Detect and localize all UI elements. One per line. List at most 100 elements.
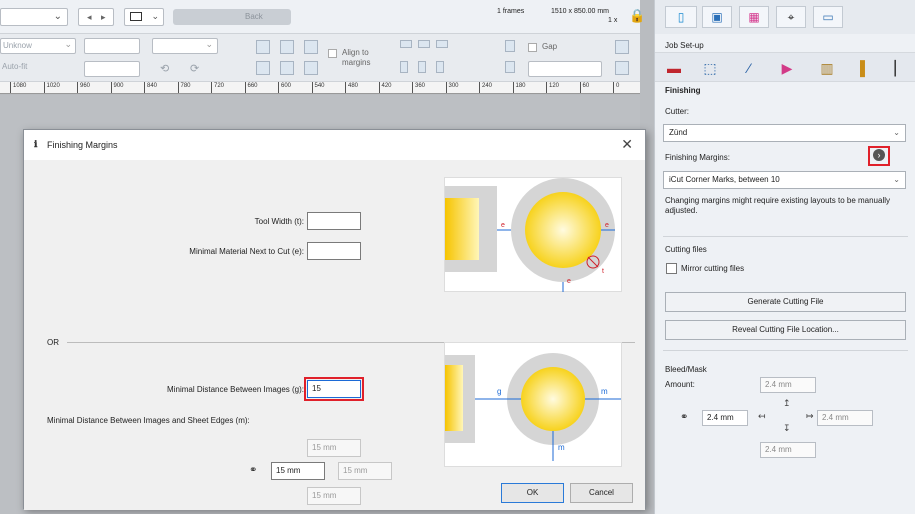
lock-icon[interactable]: 🔒 — [629, 8, 645, 24]
distribute-icon-6[interactable] — [436, 61, 444, 73]
more-icon[interactable]: ▏ — [891, 59, 909, 77]
distribute-icon-4[interactable] — [400, 61, 408, 73]
ruler-tick — [378, 82, 380, 93]
chevron-down-icon: ⌄ — [64, 39, 72, 49]
tab-images[interactable]: ▣ — [702, 6, 732, 28]
color-flag-icon[interactable]: ▶ — [778, 59, 796, 77]
align-center-icon[interactable] — [280, 40, 294, 54]
align-label-line2: margins — [342, 58, 371, 67]
ruler-tick — [311, 82, 313, 93]
sheet-top-field[interactable]: 15 mm — [307, 439, 361, 457]
fit-field[interactable] — [84, 61, 140, 77]
cut-margin-illustration: e e e t — [444, 177, 622, 292]
link-icon[interactable]: ⚭ — [680, 412, 688, 423]
dialog-title: Finishing Margins — [47, 140, 118, 150]
cutter-select[interactable]: Zünd ⌄ — [663, 124, 906, 142]
cancel-button[interactable]: Cancel — [570, 483, 633, 503]
align-right-icon[interactable] — [304, 40, 318, 54]
distribute-icon-3[interactable] — [436, 40, 448, 48]
screen-icon — [130, 12, 142, 21]
min-material-field[interactable] — [307, 242, 361, 260]
align-left-icon[interactable] — [256, 40, 270, 54]
distribute-icon-5[interactable] — [418, 61, 426, 73]
sheet-bottom-field[interactable]: 15 mm — [307, 487, 361, 505]
separator — [663, 236, 908, 237]
illus-label-t: t — [602, 268, 604, 275]
link-icon[interactable]: ⚭ — [249, 465, 257, 476]
ruler-label: 180 — [515, 83, 526, 89]
reveal-cutting-file-button[interactable]: Reveal Cutting File Location... — [665, 320, 906, 340]
scale-label: 1 x — [608, 17, 618, 24]
distribute-icon-2[interactable] — [418, 40, 430, 48]
margins-settings-button[interactable]: › — [868, 146, 890, 166]
bleed-bottom-field[interactable]: 2.4 mm — [760, 442, 816, 458]
margins-select[interactable]: iCut Corner Marks, between 10 ⌄ — [663, 171, 906, 189]
spacing-icon-2[interactable] — [505, 61, 515, 73]
align-middle-icon[interactable] — [280, 61, 294, 75]
knife-icon[interactable]: ⁄ — [740, 59, 758, 77]
view-mode-dropdown[interactable]: ⌄ — [124, 8, 164, 26]
ok-button[interactable]: OK — [501, 483, 564, 503]
top-toolbar: ⌄ ◂ ▸ ⌄ Back 1 frames 1510 x 850.00 mm 1 … — [0, 0, 645, 34]
ruler-label: 60 — [582, 83, 590, 89]
sheet-right-field[interactable]: 15 mm — [338, 462, 392, 480]
tab-preview[interactable]: ▭ — [813, 6, 843, 28]
tab-marks[interactable]: ⌖ — [776, 6, 806, 28]
spacing-icon[interactable] — [505, 40, 515, 52]
align-to-margins-checkbox[interactable] — [328, 49, 337, 58]
layout-icon[interactable]: ⬚ — [701, 59, 719, 77]
settings-circle-icon: › — [873, 149, 885, 161]
ruler-tick — [278, 82, 279, 93]
separator — [663, 350, 908, 351]
zoom-dropdown[interactable]: ⌄ — [0, 8, 68, 26]
arrow-up-icon: ↥ — [783, 398, 791, 408]
ruler-tick — [177, 82, 179, 93]
back-button[interactable]: Back — [173, 9, 291, 25]
sheet-left-field[interactable]: 15 mm — [271, 462, 325, 480]
min-distance-field[interactable]: 15 — [304, 377, 364, 401]
generate-cutting-file-button[interactable]: Generate Cutting File — [665, 292, 906, 312]
job-setup-heading: Job Set-up — [665, 41, 704, 50]
ruler-label: 840 — [147, 83, 158, 89]
size-mode-dropdown[interactable]: Unknow ⌄ — [0, 38, 76, 54]
tool-width-field[interactable] — [307, 212, 361, 230]
size-field[interactable] — [84, 38, 140, 54]
gap-field[interactable] — [528, 61, 602, 77]
ruler-tick — [244, 82, 246, 93]
illus-label-g: g — [497, 387, 502, 396]
ruler-label: 1080 — [13, 83, 27, 89]
book-icon[interactable]: ▥ — [818, 59, 836, 77]
palette-icon: ▦ — [748, 10, 760, 24]
nav-arrows[interactable]: ◂ ▸ — [78, 8, 114, 26]
tab-job-setup[interactable]: ▯ — [665, 6, 697, 28]
grid-icon-2[interactable] — [615, 61, 629, 75]
bleed-top-field[interactable]: 2.4 mm — [760, 377, 816, 393]
chevron-down-icon: ⌄ — [893, 175, 900, 184]
chevron-down-icon: ⌄ — [151, 11, 159, 21]
bleed-left-field[interactable]: 2.4 mm — [702, 410, 748, 426]
distribute-icon-1[interactable] — [400, 40, 412, 48]
ruler-label: 780 — [180, 83, 191, 89]
page-icon[interactable]: ▌ — [856, 59, 874, 77]
flip-icon[interactable]: ⟳ — [190, 62, 199, 75]
illus-label-m2: m — [558, 443, 565, 452]
printer-icon[interactable]: ▬ — [665, 59, 683, 77]
rotate-icon[interactable]: ⟲ — [160, 62, 169, 75]
chevron-down-icon: ⌄ — [53, 11, 62, 22]
arrow-right-icon: ↦ — [806, 411, 814, 421]
bleed-right-field[interactable]: 2.4 mm — [817, 410, 873, 426]
align-top-icon[interactable] — [256, 61, 270, 75]
close-icon[interactable]: ✕ — [621, 136, 633, 153]
grid-icon[interactable] — [615, 40, 629, 54]
ruler-label: 240 — [482, 83, 493, 89]
gap-label: Gap — [542, 42, 558, 51]
mirror-checkbox[interactable] — [666, 263, 677, 274]
rotation-dropdown[interactable]: ⌄ — [152, 38, 218, 54]
arrow-left-icon: ↤ — [758, 411, 766, 421]
gap-checkbox[interactable] — [528, 43, 537, 52]
tab-colors[interactable]: ▦ — [739, 6, 769, 28]
ruler-tick — [546, 82, 547, 93]
dialog-titlebar: ℹ Finishing Margins ✕ — [24, 130, 645, 160]
align-bottom-icon[interactable] — [304, 61, 318, 75]
illus-label-e3: e — [567, 278, 571, 285]
